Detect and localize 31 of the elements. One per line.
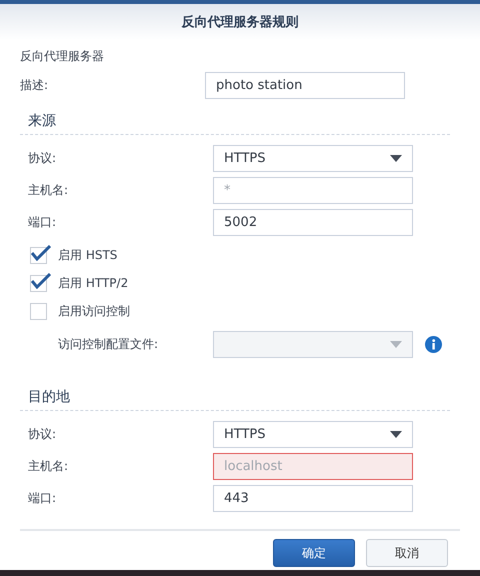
checkmark-icon	[31, 244, 51, 260]
section-label: 反向代理服务器	[20, 48, 105, 65]
caret-icon	[390, 341, 402, 348]
dialog-title: 反向代理服务器规则	[182, 14, 298, 31]
field-label: 协议:	[28, 426, 58, 443]
checkbox-label: 启用访问控制	[58, 302, 130, 320]
checkmark-icon	[31, 272, 51, 288]
field-label: 主机名:	[28, 182, 70, 199]
field-label: 端口:	[28, 214, 58, 231]
caret-icon	[390, 155, 402, 162]
input-field[interactable]: localhost	[213, 453, 413, 480]
field-label: 访问控制配置文件:	[57, 336, 160, 353]
section-title: 来源	[28, 112, 57, 131]
field-label: 描述:	[20, 77, 50, 94]
cancel-button[interactable]: 取消	[366, 539, 448, 567]
input-field[interactable]: 443	[213, 485, 413, 512]
section-title: 目的地	[28, 388, 71, 407]
field-label: 主机名:	[28, 458, 70, 475]
checkbox-label: 启用 HTTP/2	[58, 274, 128, 292]
confirm-button[interactable]: 确定	[273, 539, 355, 567]
field-label: 端口:	[28, 490, 58, 507]
input-field[interactable]: *	[213, 177, 413, 204]
info-icon[interactable]	[425, 336, 442, 353]
dropdown[interactable]: HTTPS	[213, 145, 413, 172]
dropdown[interactable]: HTTPS	[213, 421, 413, 448]
checkbox-label: 启用 HSTS	[58, 246, 118, 264]
field-label: 协议:	[28, 150, 58, 167]
input-field[interactable]: 5002	[213, 209, 413, 236]
description-field[interactable]: photo station	[205, 72, 405, 99]
checkbox[interactable]	[30, 302, 47, 320]
caret-icon	[390, 431, 402, 438]
